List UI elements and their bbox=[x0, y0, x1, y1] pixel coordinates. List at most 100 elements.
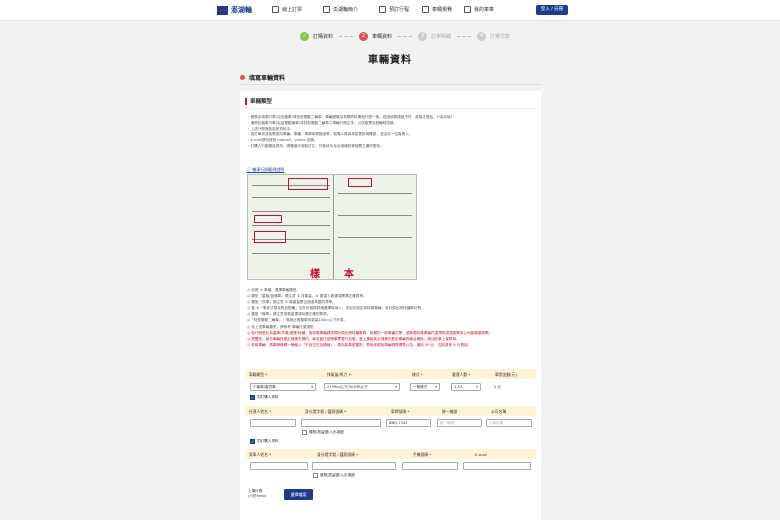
nav-label: 車輛規費 bbox=[432, 7, 453, 13]
col-header: 身分證字號 / 護照號碼 * bbox=[317, 452, 358, 457]
checkbox-label: 同訂購人資料 bbox=[257, 395, 279, 399]
input-placeholder: 公司抬頭 bbox=[489, 421, 504, 425]
sample-license-link[interactable]: ⓘ 機車行照範例說明 bbox=[247, 167, 284, 173]
col-header: 車牌號碼 * bbox=[391, 409, 410, 414]
step-divider bbox=[457, 36, 472, 37]
fold-line bbox=[333, 175, 334, 279]
step-3: 3 訂單明細 bbox=[418, 32, 451, 41]
col-header: 統一編號 bbox=[442, 409, 458, 414]
upload-size-hint: (小於5mb) bbox=[248, 494, 267, 498]
input-placeholder: 統一編號 bbox=[440, 421, 455, 425]
form-line bbox=[252, 253, 330, 254]
col-header: 樣式 * bbox=[412, 372, 423, 377]
driver-form-header: 駕車人姓名 * 身分證字號 / 護照號碼 * 手機號碼 * E-mail bbox=[245, 449, 536, 459]
checkbox-label: 護照/居留證/入出境證 bbox=[309, 430, 344, 434]
owner-passport-checkbox[interactable]: 護照/居留證/入出境證 bbox=[302, 430, 344, 435]
login-button[interactable]: 登入 / 註冊 bbox=[536, 5, 568, 15]
step-2-number: 2 bbox=[359, 32, 369, 41]
nav-trips[interactable]: 預訂行程 bbox=[379, 6, 409, 13]
sample-license-image: 樣 本 bbox=[247, 174, 417, 280]
unit-price: 0 元 bbox=[494, 385, 502, 389]
owner-id-input[interactable] bbox=[301, 419, 381, 427]
owner-same-as-buyer-checkbox[interactable]: ✓ 同訂購人資料 bbox=[250, 439, 279, 444]
sample-stamp: 本 bbox=[344, 269, 354, 280]
checkbox-checked-icon: ✓ bbox=[250, 439, 255, 444]
car-icon bbox=[464, 6, 471, 13]
step-3-number: 3 bbox=[418, 32, 428, 41]
form-line bbox=[338, 193, 412, 194]
step-1-label: 訂購資料 bbox=[313, 34, 334, 40]
col-header: E-mail bbox=[475, 452, 487, 457]
driver-passport-checkbox[interactable]: 護照/居留證/入出境證 bbox=[313, 473, 355, 478]
chevron-down-icon: ▾ bbox=[395, 385, 397, 389]
fee-sheet-icon bbox=[422, 6, 429, 13]
driver-email-input[interactable] bbox=[463, 462, 531, 470]
same-as-buyer-checkbox[interactable]: ✓ 同訂購人資料 bbox=[250, 395, 279, 400]
select-value: 小客車/客貨車 bbox=[253, 385, 276, 389]
driver-phone-input[interactable] bbox=[402, 462, 458, 470]
step-divider bbox=[398, 36, 413, 37]
card-title: 車輛類型 bbox=[245, 97, 272, 105]
style-select[interactable]: 一般樣式 ▾ bbox=[410, 383, 440, 391]
checkbox-label: 同訂購人資料 bbox=[257, 439, 279, 443]
page-title: 車輛資料 bbox=[368, 55, 412, 66]
driver-name-input[interactable] bbox=[250, 462, 308, 470]
col-header: 排氣量/馬力 * bbox=[327, 372, 351, 377]
step-1: ✓ 訂購資料 bbox=[300, 32, 333, 41]
divider bbox=[240, 84, 541, 85]
card-title-text: 車輛類型 bbox=[250, 99, 273, 105]
brand-logo[interactable]: 澎湖輪 bbox=[217, 5, 252, 15]
nav-vehicle-fees[interactable]: 車輛規費 bbox=[422, 6, 452, 13]
step-divider bbox=[339, 36, 354, 37]
step-4-label: 訂單付款 bbox=[490, 34, 511, 40]
col-header: 身分證字號 / 護照號碼 * bbox=[305, 409, 346, 414]
step-3-label: 訂單明細 bbox=[431, 34, 452, 40]
driver-id-input[interactable] bbox=[312, 462, 396, 470]
highlight-box bbox=[348, 178, 372, 187]
rule-item-warning: ◎ 低碳車輛：請車牌號碼一律輸入「不含空白及橫線」，費用各車型類別，費用依照各車… bbox=[247, 342, 472, 347]
brand-name: 澎湖輪 bbox=[231, 6, 252, 14]
nav-label: 線上訂票 bbox=[282, 7, 303, 13]
displacement-select[interactable]: 2799cc以下/301HP以下 ▾ bbox=[324, 383, 400, 391]
highlight-box bbox=[288, 178, 328, 190]
chevron-down-icon: ▾ bbox=[435, 385, 437, 389]
choose-file-button[interactable]: 選擇檔案 bbox=[284, 489, 313, 500]
notice-list: ・請務必填寫行車(包含機車)或特型電動二輪車，車輛號碼及有關資料需與行照一致，若… bbox=[247, 115, 535, 150]
step-4-number: 4 bbox=[477, 32, 487, 41]
title-accent-bar bbox=[245, 97, 247, 105]
section-title-text: 填寫車輛資料 bbox=[249, 75, 286, 82]
nav-intro[interactable]: 澎湖輪簡介 bbox=[323, 6, 358, 13]
company-name-input[interactable]: 公司抬頭 bbox=[486, 419, 532, 427]
plate-number-input[interactable]: BNQ-7342 bbox=[386, 419, 431, 427]
section-title: 填寫車輛資料 bbox=[240, 73, 285, 82]
checkbox-unchecked-icon bbox=[302, 430, 307, 435]
col-header: 公司名稱 bbox=[491, 409, 507, 414]
sample-stamp: 樣 bbox=[310, 269, 320, 280]
form-line bbox=[338, 215, 412, 216]
nav-label: 我的車車 bbox=[474, 7, 495, 13]
col-header: 駕車人姓名 * bbox=[249, 452, 272, 457]
nav-label: 澎湖輪簡介 bbox=[333, 7, 359, 13]
nav-my-cars[interactable]: 我的車車 bbox=[464, 6, 494, 13]
nav-online-booking[interactable]: 線上訂票 bbox=[272, 6, 302, 13]
input-value: BNQ-7342 bbox=[389, 421, 408, 425]
notice-item: ・訂購人行動電話資訊，請確保可收取訂位、付款成功及出港通知等相關之通訊簡訊。 bbox=[247, 143, 384, 148]
divider bbox=[245, 108, 536, 109]
top-navbar: 澎湖輪 線上訂票 澎湖輪簡介 預訂行程 車輛規費 我的車車 登入 / 註冊 bbox=[0, 0, 780, 21]
nav-label: 預訂行程 bbox=[389, 7, 410, 13]
select-value: 一般樣式 bbox=[413, 385, 428, 389]
col-header: 單價金額(元) bbox=[495, 372, 517, 377]
vehicle-card: 車輛類型 ・請務必填寫行車(包含機車)或特型電動二輪車，車輛號碼及有關資料需與行… bbox=[240, 91, 541, 520]
step-2-label: 車輛資料 bbox=[372, 34, 393, 40]
chevron-down-icon: ▾ bbox=[476, 385, 478, 389]
form-line bbox=[252, 211, 330, 212]
vehicle-rules-list: ◎ 依照 ① 車種，選擇車輛類型。 ◎ 類型「重機/普通車」請注意 ② 排氣量，… bbox=[247, 287, 537, 348]
form-line bbox=[252, 197, 330, 198]
chevron-down-icon: ▾ bbox=[311, 385, 313, 389]
owner-name-input[interactable] bbox=[250, 419, 296, 427]
col-header: 托運人姓名 * bbox=[249, 409, 272, 414]
tax-id-input[interactable]: 統一編號 bbox=[437, 419, 482, 427]
step-1-check-icon: ✓ bbox=[300, 32, 309, 41]
vehicle-type-select[interactable]: 小客車/客貨車 ▾ bbox=[250, 383, 316, 391]
people-select[interactable]: 1-5人 ▾ bbox=[451, 383, 481, 391]
